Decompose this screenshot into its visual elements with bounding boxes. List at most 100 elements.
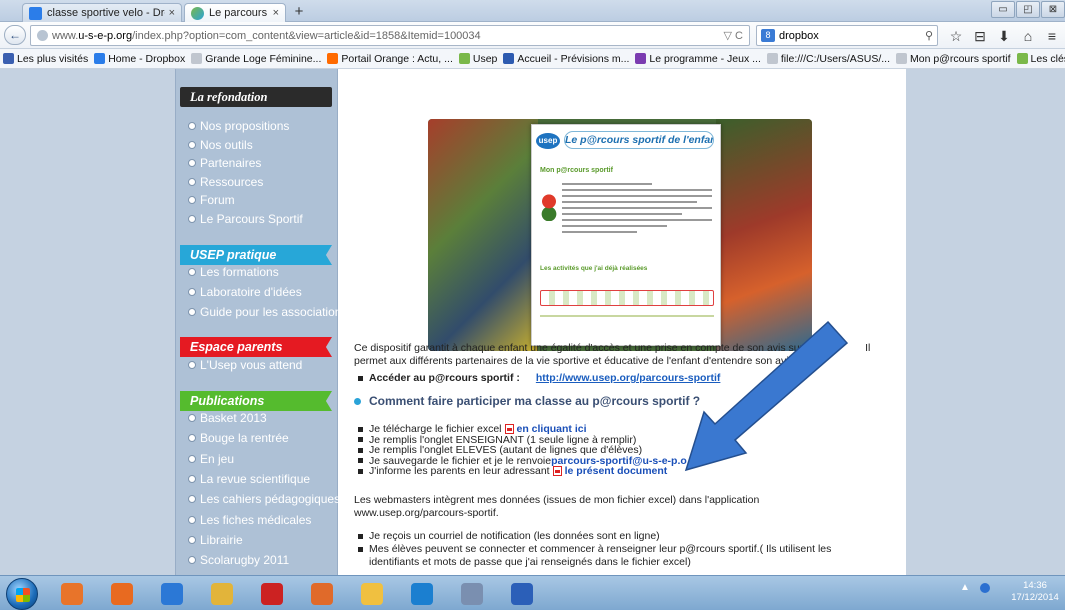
bullet-icon [358, 426, 363, 432]
dropbox-icon [29, 6, 42, 20]
bookmark-star-icon[interactable]: ☆ [944, 26, 968, 46]
radio-bullet-icon [188, 196, 196, 204]
search-input[interactable]: 8 dropbox ⚲ [756, 25, 938, 46]
bullet-icon [358, 437, 363, 442]
minimize-button[interactable]: ▭ [991, 1, 1015, 18]
step-link[interactable]: le présent document [565, 465, 668, 477]
taskbar-app[interactable] [402, 579, 442, 609]
taskbar-app[interactable] [52, 579, 92, 609]
reload-icon[interactable]: ▽ C [724, 29, 743, 42]
taskbar-app[interactable] [502, 579, 542, 609]
taskbar-app[interactable] [352, 579, 392, 609]
address-bar[interactable]: www. u-s-e-p.org/index.php?option=com_con… [30, 25, 750, 46]
close-icon[interactable]: × [169, 7, 175, 19]
section-heading-espace-parents: Espace parents [180, 337, 332, 357]
url-path: /index.php?option=com_content&view=artic… [132, 29, 481, 42]
bookmark-item[interactable]: Les plus visités [3, 53, 88, 65]
bookmark-item[interactable]: Les clés de l'EEDD [1016, 53, 1065, 65]
sidebar-item-label: Librairie [200, 532, 243, 547]
bullet-icon [358, 458, 363, 463]
sidebar-item[interactable]: Le Parcours Sportif [188, 212, 303, 226]
sidebar-item[interactable]: L'Usep vous attend [188, 358, 302, 372]
bookmark-item[interactable]: Le programme - Jeux ... [635, 53, 761, 65]
sidebar-item[interactable]: Les fiches médicales [188, 513, 311, 527]
taskbar-app[interactable] [302, 579, 342, 609]
sidebar-item-label: Nos propositions [200, 119, 290, 133]
tab-dropbox[interactable]: classe sportive velo - Drop... × [22, 3, 182, 22]
bookmark-item[interactable]: Accueil - Prévisions m... [503, 53, 629, 65]
step-text: J'informe les parents en leur adressant [369, 465, 550, 477]
sidebar-item[interactable]: Librairie [188, 533, 243, 547]
internet-explorer-icon [161, 583, 183, 605]
start-button[interactable] [6, 578, 38, 610]
step-item: J'informe les parents en leur adressant l… [358, 465, 667, 477]
app-icon [261, 583, 283, 605]
bullet-icon [358, 533, 363, 539]
sidebar-item[interactable]: Forum [188, 193, 235, 207]
photo-collage-left [428, 119, 538, 351]
webmasters-paragraph: Les webmasters intègrent mes données (is… [354, 494, 759, 520]
step2-item: Je reçois un courriel de notification (l… [358, 530, 660, 542]
web-page: La refondation Nos propositions Nos outil… [0, 69, 1065, 575]
sidebar-item[interactable]: Ressources [188, 175, 263, 189]
sidebar-item[interactable]: Guide pour les associations [188, 305, 347, 319]
clock-date: 17/12/2014 [1011, 592, 1059, 603]
sidebar-item[interactable]: Nos propositions [188, 119, 289, 133]
network-icon[interactable] [979, 582, 990, 593]
sidebar-item[interactable]: Bouge la rentrée [188, 431, 289, 445]
close-icon[interactable]: × [273, 7, 279, 19]
taskbar-app[interactable] [452, 579, 492, 609]
sidebar-item[interactable]: Nos outils [188, 138, 253, 152]
question-text: Comment faire participer ma classe au p@… [369, 394, 701, 408]
tab-parcours[interactable]: Le parcours sportif × [184, 3, 286, 22]
sidebar-item[interactable]: En jeu [188, 452, 234, 466]
bookmark-label: Usep [472, 52, 498, 65]
section-heading-usep-pratique: USEP pratique [180, 245, 332, 265]
bookmark-label: file:///C:/Users/ASUS/... [780, 52, 890, 65]
tray-expand-icon[interactable]: ▲ [960, 582, 970, 593]
new-tab-button[interactable]: + [288, 3, 310, 21]
bookmark-item[interactable]: Grande Loge Féminine... [191, 53, 321, 65]
sidebar-item[interactable]: Les cahiers pédagogiques [188, 492, 340, 506]
google-icon[interactable]: 8 [761, 29, 775, 42]
webmasters-line-2: www.usep.org/parcours-sportif. [354, 507, 499, 519]
close-window-button[interactable]: ⊠ [1041, 1, 1065, 18]
sidebar-item-label: En jeu [200, 451, 235, 466]
bookmark-item[interactable]: Portail Orange : Actu, ... [327, 53, 453, 65]
bookmark-item[interactable]: Usep [458, 52, 498, 65]
parcours-banner-image[interactable]: usep Le p@rcours sportif de l'enfant Mon… [428, 119, 812, 351]
excel-icon [411, 583, 433, 605]
radio-bullet-icon [188, 214, 196, 223]
home-icon[interactable]: ⌂ [1016, 26, 1040, 46]
bookmark-item[interactable]: file:///C:/Users/ASUS/... [766, 52, 890, 65]
radio-bullet-icon [188, 361, 196, 369]
bookmark-label: Accueil - Prévisions m... [517, 52, 630, 65]
sidebar-item[interactable]: La revue scientifique [188, 472, 310, 486]
taskbar-app[interactable] [102, 579, 142, 609]
tab-strip: classe sportive velo - Drop... × Le parc… [0, 0, 1065, 22]
sidebar-item[interactable]: Laboratoire d'idées [188, 285, 302, 299]
chrome-icon [511, 583, 533, 605]
taskbar-app[interactable] [252, 579, 292, 609]
sidebar-item[interactable]: Partenaires [188, 156, 261, 170]
bookmark-item[interactable]: Home - Dropbox [94, 53, 185, 65]
step2-continuation: identifiants et mots de passe que j'ai r… [369, 556, 691, 568]
downloads-icon[interactable]: ⬇ [992, 26, 1016, 46]
bookmarks-menu-icon[interactable]: ⊟ [968, 26, 992, 46]
bookmark-item[interactable]: Mon p@rcours sportif [896, 53, 1011, 65]
sidebar-item-label: Le Parcours Sportif [200, 211, 303, 226]
activities-pictograms [540, 290, 714, 306]
taskbar-app[interactable] [152, 579, 192, 609]
back-button[interactable]: ← [4, 25, 26, 45]
sidebar-item[interactable]: Basket 2013 [188, 411, 267, 425]
maximize-button[interactable]: ◰ [1016, 1, 1040, 18]
window-controls: ▭ ◰ ⊠ [990, 1, 1065, 18]
radio-bullet-icon [188, 268, 196, 276]
sidebar-item[interactable]: Scolarugby 2011 [188, 553, 289, 567]
taskbar-app[interactable] [202, 579, 242, 609]
clock[interactable]: 14:36 17/12/2014 [1010, 580, 1060, 604]
menu-icon[interactable]: ≡ [1040, 26, 1064, 46]
sidebar-item[interactable]: Les formations [188, 265, 279, 279]
parcours-sportif-link[interactable]: http://www.usep.org/parcours-sportif [536, 372, 721, 384]
search-icon[interactable]: ⚲ [925, 29, 933, 42]
